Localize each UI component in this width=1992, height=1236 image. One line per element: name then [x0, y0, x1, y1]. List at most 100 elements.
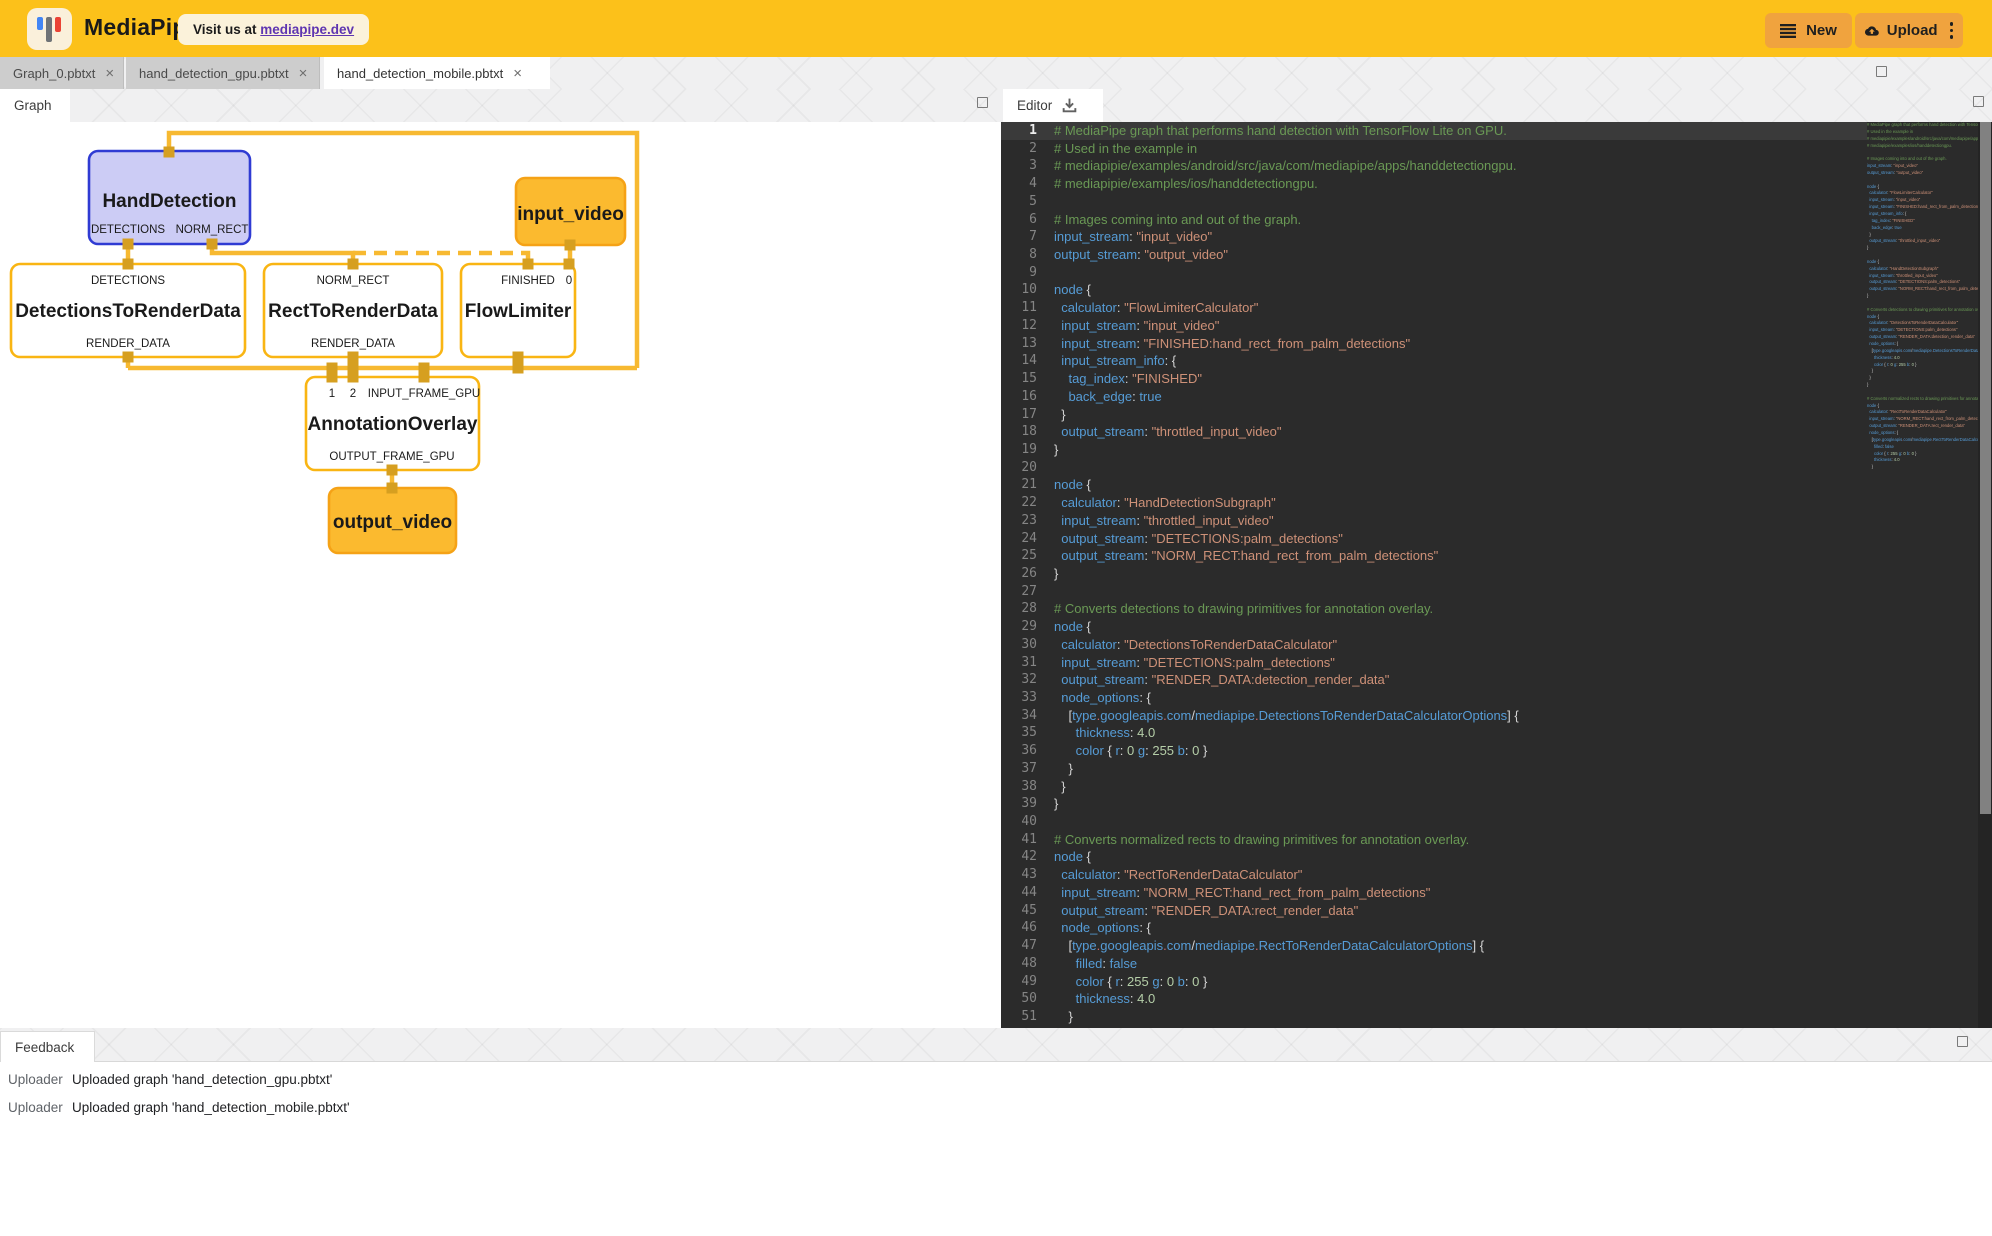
code-line[interactable]: 41# Converts normalized rects to drawing…	[1001, 831, 1992, 849]
close-tab-icon[interactable]: ×	[513, 66, 522, 81]
line-number: 8	[1001, 246, 1037, 264]
feedback-tab-label: Feedback	[15, 1040, 74, 1055]
code-line[interactable]: 8output_stream: "output_video"	[1001, 246, 1992, 264]
code-line[interactable]: 49 color { r: 255 g: 0 b: 0 }	[1001, 973, 1992, 991]
mediapipe-dev-link[interactable]: mediapipe.dev	[260, 22, 354, 37]
code-line[interactable]: 32 output_stream: "RENDER_DATA:detection…	[1001, 671, 1992, 689]
code-line[interactable]: 42node {	[1001, 848, 1992, 866]
upload-button[interactable]: Upload	[1855, 13, 1963, 48]
node-output-port-label: RENDER_DATA	[311, 338, 395, 350]
code-line[interactable]: 11 calculator: "FlowLimiterCalculator"	[1001, 299, 1992, 317]
new-button[interactable]: New	[1765, 13, 1852, 48]
popout-window-icon-tabs[interactable]	[1876, 66, 1887, 77]
code-line[interactable]: 3# mediapipie/examples/android/src/java/…	[1001, 157, 1992, 175]
code-line[interactable]: 38 }	[1001, 778, 1992, 796]
line-number: 25	[1001, 547, 1037, 565]
file-tab-1[interactable]: hand_detection_gpu.pbtxt×	[126, 57, 320, 89]
code-line[interactable]: 25 output_stream: "NORM_RECT:hand_rect_f…	[1001, 547, 1992, 565]
code-text: }	[1054, 565, 1058, 583]
code-line[interactable]: 12 input_stream: "input_video"	[1001, 317, 1992, 335]
code-line[interactable]: 43 calculator: "RectToRenderDataCalculat…	[1001, 866, 1992, 884]
code-line[interactable]: 28# Converts detections to drawing primi…	[1001, 600, 1992, 618]
code-line[interactable]: 22 calculator: "HandDetectionSubgraph"	[1001, 494, 1992, 512]
code-line[interactable]: 35 thickness: 4.0	[1001, 724, 1992, 742]
editor-scrollbar[interactable]	[1978, 122, 1992, 1028]
code-line[interactable]: 14 input_stream_info: {	[1001, 352, 1992, 370]
code-lines[interactable]: 1# MediaPipe graph that performs hand de…	[1001, 122, 1992, 1026]
graph-node-RectToRenderData[interactable]: RectToRenderDataNORM_RECTRENDER_DATA	[264, 264, 442, 357]
code-line[interactable]: 16 back_edge: true	[1001, 388, 1992, 406]
code-line[interactable]: 31 input_stream: "DETECTIONS:palm_detect…	[1001, 654, 1992, 672]
code-line[interactable]: 29node {	[1001, 618, 1992, 636]
code-line[interactable]: 17 }	[1001, 406, 1992, 424]
scrollbar-thumb[interactable]	[1980, 122, 1991, 814]
graph-node-output_video[interactable]: output_video	[329, 488, 456, 553]
code-text: }	[1054, 795, 1058, 813]
line-number: 35	[1001, 724, 1037, 742]
code-line[interactable]: 2# Used in the example in	[1001, 140, 1992, 158]
code-line[interactable]: 5	[1001, 193, 1992, 211]
code-line[interactable]: 15 tag_index: "FINISHED"	[1001, 370, 1992, 388]
code-line[interactable]: 48 filled: false	[1001, 955, 1992, 973]
tab-feedback[interactable]: Feedback	[0, 1031, 95, 1062]
code-line[interactable]: 9	[1001, 264, 1992, 282]
code-line[interactable]: 47 [type.googleapis.com/mediapipe.RectTo…	[1001, 937, 1992, 955]
code-line[interactable]: 36 color { r: 0 g: 255 b: 0 }	[1001, 742, 1992, 760]
code-line[interactable]: 7input_stream: "input_video"	[1001, 228, 1992, 246]
code-line[interactable]: 10node {	[1001, 281, 1992, 299]
popout-window-icon-editor[interactable]	[1973, 96, 1984, 107]
code-line[interactable]: 26}	[1001, 565, 1992, 583]
close-tab-icon[interactable]: ×	[105, 66, 114, 81]
tab-graph[interactable]: Graph	[0, 89, 70, 122]
node-output-port-label: OUTPUT_FRAME_GPU	[329, 451, 454, 463]
graph-node-DetectionsToRenderData[interactable]: DetectionsToRenderDataDETECTIONSRENDER_D…	[11, 264, 245, 357]
code-line[interactable]: 21node {	[1001, 476, 1992, 494]
popout-window-icon-feedback[interactable]	[1957, 1036, 1968, 1047]
download-icon[interactable]	[1061, 97, 1078, 114]
graph-node-input_video[interactable]: input_video	[516, 178, 625, 245]
code-line[interactable]: 23 input_stream: "throttled_input_video"	[1001, 512, 1992, 530]
more-options-icon[interactable]	[1950, 22, 1953, 38]
editor-tab-label: Editor	[1017, 98, 1052, 113]
code-line[interactable]: 34 [type.googleapis.com/mediapipe.Detect…	[1001, 707, 1992, 725]
file-tab-0[interactable]: Graph_0.pbtxt×	[0, 57, 124, 89]
code-text: input_stream: "DETECTIONS:palm_detection…	[1054, 654, 1335, 672]
close-tab-icon[interactable]: ×	[299, 66, 308, 81]
code-text: color { r: 0 g: 255 b: 0 }	[1054, 742, 1207, 760]
code-line[interactable]: 39}	[1001, 795, 1992, 813]
node-title: DetectionsToRenderData	[15, 301, 241, 322]
code-editor[interactable]: 1# MediaPipe graph that performs hand de…	[1001, 122, 1992, 1028]
port-marker	[564, 259, 575, 270]
graph-node-FlowLimiter[interactable]: FlowLimiterFINISHED0	[461, 264, 575, 357]
graph-node-HandDetection[interactable]: HandDetectionDETECTIONSNORM_RECT	[89, 151, 250, 244]
feedback-source: Uploader	[8, 1072, 63, 1087]
code-line[interactable]: 6# Images coming into and out of the gra…	[1001, 211, 1992, 229]
code-line[interactable]: 24 output_stream: "DETECTIONS:palm_detec…	[1001, 530, 1992, 548]
code-line[interactable]: 50 thickness: 4.0	[1001, 990, 1992, 1008]
cloud-upload-icon	[1865, 24, 1879, 38]
graph-node-AnnotationOverlay[interactable]: AnnotationOverlay12INPUT_FRAME_GPUOUTPUT…	[306, 377, 480, 470]
code-line[interactable]: 30 calculator: "DetectionsToRenderDataCa…	[1001, 636, 1992, 654]
tab-editor[interactable]: Editor	[1003, 89, 1103, 122]
code-line[interactable]: 1# MediaPipe graph that performs hand de…	[1001, 122, 1992, 140]
code-line[interactable]: 40	[1001, 813, 1992, 831]
line-number: 2	[1001, 140, 1037, 158]
code-line[interactable]: 45 output_stream: "RENDER_DATA:rect_rend…	[1001, 902, 1992, 920]
code-line[interactable]: 33 node_options: {	[1001, 689, 1992, 707]
editor-minimap[interactable]: # MediaPipe graph that performs hand det…	[1867, 122, 1978, 1028]
code-line[interactable]: 19}	[1001, 441, 1992, 459]
file-tab-2[interactable]: hand_detection_mobile.pbtxt×	[324, 57, 550, 89]
code-line[interactable]: 51 }	[1001, 1008, 1992, 1026]
code-line[interactable]: 13 input_stream: "FINISHED:hand_rect_fro…	[1001, 335, 1992, 353]
line-number: 30	[1001, 636, 1037, 654]
code-line[interactable]: 46 node_options: {	[1001, 919, 1992, 937]
code-line[interactable]: 18 output_stream: "throttled_input_video…	[1001, 423, 1992, 441]
code-line[interactable]: 27	[1001, 583, 1992, 601]
code-line[interactable]: 44 input_stream: "NORM_RECT:hand_rect_fr…	[1001, 884, 1992, 902]
code-line[interactable]: 37 }	[1001, 760, 1992, 778]
code-line[interactable]: 20	[1001, 459, 1992, 477]
port-marker	[348, 259, 359, 270]
popout-window-icon-graph[interactable]	[977, 97, 988, 108]
graph-canvas[interactable]: HandDetectionDETECTIONSNORM_RECT input_vi…	[0, 122, 1001, 1028]
code-line[interactable]: 4# mediapipie/examples/ios/handdetection…	[1001, 175, 1992, 193]
